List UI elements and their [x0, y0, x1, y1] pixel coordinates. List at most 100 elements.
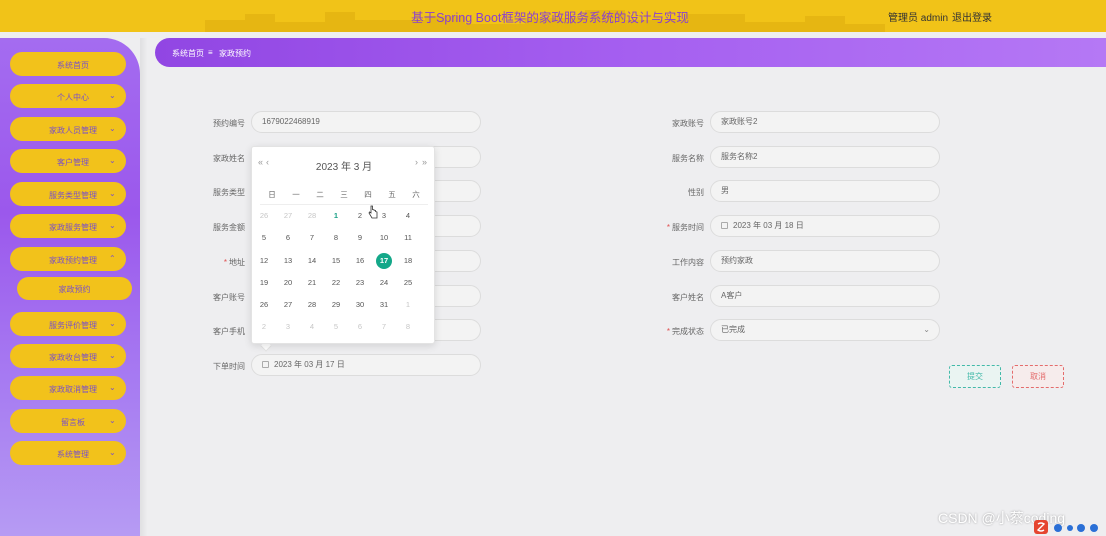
cancel-button[interactable]: 取消 — [1012, 365, 1064, 388]
sidebar-subitem-booking[interactable]: 家政预约 — [17, 277, 132, 300]
calendar-day[interactable]: 21 — [304, 275, 320, 291]
calendar-day[interactable]: 29 — [328, 297, 344, 313]
calendar-day[interactable]: 8 — [400, 319, 416, 335]
calendar-day[interactable]: 9 — [352, 230, 368, 246]
chevron-down-icon: ⌄ — [109, 383, 116, 392]
top-header: 基于Spring Boot框架的家政服务系统的设计与实现 管理员 admin 退… — [0, 0, 1106, 32]
calendar-icon — [262, 361, 269, 368]
sidebar-item-review-management[interactable]: 服务评价管理 ⌄ — [10, 312, 126, 336]
sidebar-item-system-management[interactable]: 系统管理 ⌄ — [10, 441, 126, 465]
datepicker-popup: « ‹ 2023 年 3 月 › » 日 一 二 三 四 五 六 26 27 28 1… — [251, 146, 435, 344]
calendar-day[interactable]: 5 — [328, 319, 344, 335]
sidebar-item-home[interactable]: 系统首页 — [10, 52, 126, 76]
completion-status-select[interactable]: 已完成 ⌄ — [710, 319, 940, 341]
required-mark: * — [223, 258, 227, 267]
sidebar-item-label: 家政服务管理 — [49, 223, 97, 232]
calendar-day[interactable]: 28 — [304, 208, 320, 224]
submit-button[interactable]: 提交 — [949, 365, 1001, 388]
breadcrumb-home[interactable]: 系统首页 — [172, 48, 204, 59]
calendar-day[interactable]: 22 — [328, 275, 344, 291]
service-name-input[interactable]: 服务名称2 — [710, 146, 940, 168]
calendar-day[interactable]: 28 — [304, 297, 320, 313]
datepicker-title: 2023 年 3 月 — [315, 162, 373, 173]
customer-name-input[interactable]: A客户 — [710, 285, 940, 307]
label-customer-phone: 客户手机 — [213, 327, 245, 336]
calendar-day[interactable]: 3 — [280, 319, 296, 335]
sidebar-item-label: 留言板 — [61, 418, 85, 427]
sidebar-item-booking-management[interactable]: 家政预约管理 ⌃ — [10, 247, 126, 271]
sidebar-item-label: 家政收台管理 — [49, 353, 97, 362]
order-time-date-input[interactable]: 2023 年 03 月 17 日 — [251, 354, 481, 376]
calendar-day[interactable]: 25 — [400, 275, 416, 291]
calendar-day[interactable]: 2 — [256, 319, 272, 335]
calendar-day[interactable]: 24 — [376, 275, 392, 291]
calendar-day[interactable]: 31 — [376, 297, 392, 313]
sidebar-shadow — [140, 38, 148, 536]
sidebar-item-staff-management[interactable]: 家政人员管理 ⌄ — [10, 117, 126, 141]
sidebar-item-label: 个人中心 — [57, 93, 89, 102]
calendar-day[interactable]: 4 — [400, 208, 416, 224]
breadcrumb-separator: ≡ — [208, 48, 213, 57]
booking-no-input[interactable]: 1679022468919 — [251, 111, 481, 133]
breadcrumb-current: 家政预约 — [219, 49, 251, 58]
logout-link[interactable]: 退出登录 — [952, 9, 992, 24]
next-month-icon[interactable]: › — [415, 157, 418, 167]
weekday-label: 六 — [412, 190, 420, 199]
chevron-down-icon: ⌄ — [109, 124, 116, 133]
label-customer-account: 客户账号 — [213, 293, 245, 302]
staff-account-input[interactable]: 家政账号2 — [710, 111, 940, 133]
label-service-time: * 服务时间 — [666, 223, 704, 232]
calendar-day[interactable]: 27 — [280, 208, 296, 224]
sidebar-item-customer-management[interactable]: 客户管理 ⌄ — [10, 149, 126, 173]
calendar-day[interactable]: 7 — [376, 319, 392, 335]
calendar-day[interactable]: 18 — [400, 253, 416, 269]
sidebar-item-label: 家政取消管理 — [49, 385, 97, 394]
next-year-icon[interactable]: » — [422, 157, 427, 167]
calendar-day[interactable]: 17 — [376, 253, 392, 269]
label-staff-name: 家政姓名 — [213, 154, 245, 163]
sidebar-item-checkout-management[interactable]: 家政收台管理 ⌄ — [10, 344, 126, 368]
sidebar-item-personal-center[interactable]: 个人中心 ⌄ — [10, 84, 126, 108]
calendar-day[interactable]: 13 — [280, 253, 296, 269]
calendar-day[interactable]: 2 — [352, 208, 368, 224]
calendar-day[interactable]: 10 — [376, 230, 392, 246]
label-service-name: 服务名称 — [672, 154, 704, 163]
weekday-label: 日 — [268, 190, 276, 199]
sidebar-item-message-board[interactable]: 留言板 ⌄ — [10, 409, 126, 433]
sidebar-item-cancel-management[interactable]: 家政取消管理 ⌄ — [10, 376, 126, 400]
calendar-day[interactable]: 15 — [328, 253, 344, 269]
work-content-input[interactable]: 预约家政 — [710, 250, 940, 272]
calendar-day[interactable]: 12 — [256, 253, 272, 269]
calendar-day[interactable]: 8 — [328, 230, 344, 246]
calendar-day[interactable]: 26 — [256, 297, 272, 313]
calendar-day[interactable]: 5 — [256, 230, 272, 246]
calendar-day[interactable]: 30 — [352, 297, 368, 313]
ime-toolbar-icon — [1034, 520, 1098, 534]
calendar-day[interactable]: 16 — [352, 253, 368, 269]
calendar-day[interactable]: 11 — [400, 230, 416, 246]
service-time-date-input[interactable]: 2023 年 03 月 18 日 — [710, 215, 940, 237]
chevron-down-icon: ⌄ — [109, 416, 116, 425]
calendar-day[interactable]: 7 — [304, 230, 320, 246]
user-role: 管理员 admin — [888, 13, 949, 24]
calendar-day[interactable]: 27 — [280, 297, 296, 313]
calendar-day[interactable]: 6 — [352, 319, 368, 335]
calendar-day[interactable]: 4 — [304, 319, 320, 335]
weekday-label: 三 — [340, 190, 348, 199]
calendar-day[interactable]: 23 — [352, 275, 368, 291]
sidebar-item-service-type-management[interactable]: 服务类型管理 ⌄ — [10, 182, 126, 206]
sidebar-subitem-label: 家政预约 — [58, 285, 91, 294]
calendar-day[interactable]: 19 — [256, 275, 272, 291]
gender-input[interactable]: 男 — [710, 180, 940, 202]
breadcrumb — [155, 38, 1106, 67]
calendar-day[interactable]: 3 — [376, 208, 392, 224]
calendar-day[interactable]: 6 — [280, 230, 296, 246]
calendar-day[interactable]: 20 — [280, 275, 296, 291]
chevron-down-icon: ⌄ — [923, 325, 930, 334]
calendar-day[interactable]: 1 — [400, 297, 416, 313]
chevron-down-icon: ⌄ — [109, 448, 116, 457]
calendar-day[interactable]: 26 — [256, 208, 272, 224]
calendar-day[interactable]: 14 — [304, 253, 320, 269]
calendar-day[interactable]: 1 — [328, 208, 344, 224]
sidebar-item-service-management[interactable]: 家政服务管理 ⌄ — [10, 214, 126, 238]
